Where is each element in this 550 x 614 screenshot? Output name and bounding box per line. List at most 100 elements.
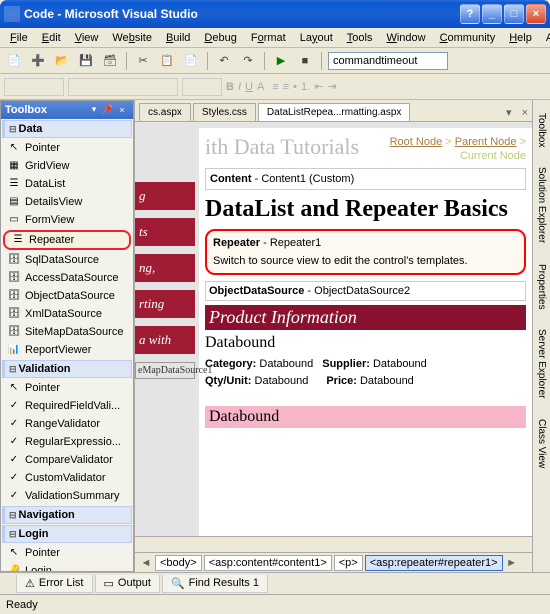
content-placeholder[interactable]: Content - Content1 (Custom) bbox=[205, 168, 526, 190]
menu-file[interactable]: File bbox=[4, 30, 34, 46]
forecolor-button[interactable]: A bbox=[257, 81, 264, 93]
repeater-control[interactable]: Repeater - Repeater1 Switch to source vi… bbox=[205, 229, 526, 275]
toolbox-item-regularexpressio-[interactable]: ✓RegularExpressio... bbox=[1, 433, 133, 451]
toolbox-item-gridview[interactable]: ▦GridView bbox=[1, 157, 133, 175]
toolbox-section-navigation[interactable]: Navigation bbox=[2, 506, 132, 524]
font-combo[interactable] bbox=[68, 78, 178, 96]
toolbox-item-comparevalidator[interactable]: ✓CompareValidator bbox=[1, 451, 133, 469]
help-button[interactable]: ? bbox=[460, 4, 480, 24]
toolbox-item-reportviewer[interactable]: 📊ReportViewer bbox=[1, 341, 133, 359]
toolbox-item-requiredfieldvali-[interactable]: ✓RequiredFieldVali... bbox=[1, 397, 133, 415]
design-canvas[interactable]: g ts ng, rting a with eMapDataSource1 Ro… bbox=[135, 122, 532, 536]
toolbox-section-login[interactable]: Login bbox=[2, 525, 132, 543]
toolbox-item-formview[interactable]: ▭FormView bbox=[1, 211, 133, 229]
horizontal-scrollbar[interactable] bbox=[135, 536, 532, 552]
toolbox-item-accessdatasource[interactable]: 🗄AccessDataSource bbox=[1, 269, 133, 287]
align-center-button[interactable]: ≡ bbox=[283, 81, 289, 93]
style-combo[interactable] bbox=[4, 78, 64, 96]
toolbox-item-detailsview[interactable]: ▤DetailsView bbox=[1, 193, 133, 211]
toolbox-title: Toolbox bbox=[5, 104, 87, 116]
dock-tab-class-view[interactable]: Class View bbox=[533, 410, 550, 477]
menu-tools[interactable]: Tools bbox=[341, 30, 379, 46]
toolbox-item-objectdatasource[interactable]: 🗄ObjectDataSource bbox=[1, 287, 133, 305]
menu-view[interactable]: View bbox=[69, 30, 105, 46]
toolbox-item-sqldatasource[interactable]: 🗄SqlDataSource bbox=[1, 251, 133, 269]
breadcrumb-root[interactable]: Root Node bbox=[390, 136, 443, 148]
toolbox-close-icon[interactable]: × bbox=[115, 103, 129, 117]
new-project-button[interactable]: 📄 bbox=[4, 51, 24, 71]
tab-cs-aspx[interactable]: cs.aspx bbox=[139, 103, 191, 121]
tab-datalistrepeater[interactable]: DataListRepea...rmatting.aspx bbox=[258, 103, 411, 121]
indent-button[interactable]: ⇥ bbox=[327, 80, 336, 93]
toolbox-item-repeater[interactable]: ☰Repeater bbox=[3, 230, 131, 250]
menu-layout[interactable]: Layout bbox=[294, 30, 339, 46]
copy-button[interactable]: 📋 bbox=[157, 51, 177, 71]
breadcrumb-parent[interactable]: Parent Node bbox=[455, 136, 517, 148]
toolbox-item-login[interactable]: 🔑Login bbox=[1, 562, 133, 571]
tab-find-results[interactable]: 🔍Find Results 1 bbox=[162, 575, 268, 593]
toolbox-item-pointer[interactable]: ↖Pointer bbox=[1, 379, 133, 397]
align-left-button[interactable]: ≡ bbox=[272, 81, 278, 93]
toolbox-item-pointer[interactable]: ↖Pointer bbox=[1, 139, 133, 157]
menu-website[interactable]: Website bbox=[106, 30, 158, 46]
save-button[interactable]: 💾 bbox=[76, 51, 96, 71]
toolbox-header[interactable]: Toolbox ▾ 📌 × bbox=[1, 101, 133, 119]
menu-build[interactable]: Build bbox=[160, 30, 196, 46]
toolbox-section-validation[interactable]: Validation bbox=[2, 360, 132, 378]
menu-edit[interactable]: Edit bbox=[36, 30, 67, 46]
toolbox-dropdown-icon[interactable]: ▾ bbox=[87, 103, 101, 117]
menu-help[interactable]: Help bbox=[503, 30, 538, 46]
tab-error-list[interactable]: ⚠Error List bbox=[16, 575, 93, 593]
redo-button[interactable]: ↷ bbox=[238, 51, 258, 71]
cut-button[interactable]: ✂ bbox=[133, 51, 153, 71]
tag-p[interactable]: <p> bbox=[334, 555, 363, 571]
toolbox-item-rangevalidator[interactable]: ✓RangeValidator bbox=[1, 415, 133, 433]
menu-window[interactable]: Window bbox=[380, 30, 431, 46]
toolbox-item-customvalidator[interactable]: ✓CustomValidator bbox=[1, 469, 133, 487]
tab-styles-css[interactable]: Styles.css bbox=[193, 103, 256, 121]
tag-repeater[interactable]: <asp:repeater#repeater1> bbox=[365, 555, 503, 571]
save-all-button[interactable]: 🗃 bbox=[100, 51, 120, 71]
size-combo[interactable] bbox=[182, 78, 222, 96]
dock-tab-toolbox[interactable]: Toolbox bbox=[533, 104, 550, 156]
add-item-button[interactable]: ➕ bbox=[28, 51, 48, 71]
dock-tab-server-explorer[interactable]: Server Explorer bbox=[533, 320, 550, 407]
undo-button[interactable]: ↶ bbox=[214, 51, 234, 71]
open-button[interactable]: 📂 bbox=[52, 51, 72, 71]
toolbox-item-xmldatasource[interactable]: 🗄XmlDataSource bbox=[1, 305, 133, 323]
menu-addins[interactable]: Addins bbox=[540, 30, 550, 46]
dock-tab-properties[interactable]: Properties bbox=[533, 255, 550, 319]
menu-community[interactable]: Community bbox=[434, 30, 502, 46]
bold-button[interactable]: B bbox=[226, 81, 234, 93]
tag-nav-right-icon[interactable]: ► bbox=[505, 557, 519, 569]
toolbox-section-data[interactable]: Data bbox=[2, 120, 132, 138]
dock-tab-solution-explorer[interactable]: Solution Explorer bbox=[533, 158, 550, 252]
tag-nav-left-icon[interactable]: ◄ bbox=[139, 557, 153, 569]
bullets-button[interactable]: • bbox=[293, 81, 297, 93]
numbering-button[interactable]: 1. bbox=[301, 81, 310, 93]
toolbox-item-pointer[interactable]: ↖Pointer bbox=[1, 544, 133, 562]
start-button[interactable]: ▶ bbox=[271, 51, 291, 71]
close-button[interactable]: × bbox=[526, 4, 546, 24]
italic-button[interactable]: I bbox=[238, 81, 241, 93]
toolbox-item-validationsummary[interactable]: ✓ValidationSummary bbox=[1, 487, 133, 505]
stop-button[interactable]: ■ bbox=[295, 51, 315, 71]
underline-button[interactable]: U bbox=[245, 81, 253, 93]
sitemap-datasource-control[interactable]: eMapDataSource1 bbox=[135, 362, 195, 379]
objectdatasource-control[interactable]: ObjectDataSource - ObjectDataSource2 bbox=[205, 281, 526, 301]
toolbox-pin-icon[interactable]: 📌 bbox=[101, 103, 115, 117]
find-combo[interactable] bbox=[328, 52, 448, 70]
minimize-button[interactable]: _ bbox=[482, 4, 502, 24]
menu-format[interactable]: Format bbox=[245, 30, 292, 46]
tab-output[interactable]: ▭Output bbox=[95, 575, 160, 593]
tabs-dropdown-icon[interactable]: ▾ bbox=[502, 104, 516, 121]
tag-body[interactable]: <body> bbox=[155, 555, 202, 571]
tab-close-icon[interactable]: × bbox=[518, 105, 532, 121]
menu-debug[interactable]: Debug bbox=[198, 30, 242, 46]
outdent-button[interactable]: ⇤ bbox=[314, 80, 323, 93]
tag-content[interactable]: <asp:content#content1> bbox=[204, 555, 332, 571]
toolbox-item-sitemapdatasource[interactable]: 🗄SiteMapDataSource bbox=[1, 323, 133, 341]
toolbox-item-datalist[interactable]: ☰DataList bbox=[1, 175, 133, 193]
paste-button[interactable]: 📄 bbox=[181, 51, 201, 71]
maximize-button[interactable]: □ bbox=[504, 4, 524, 24]
